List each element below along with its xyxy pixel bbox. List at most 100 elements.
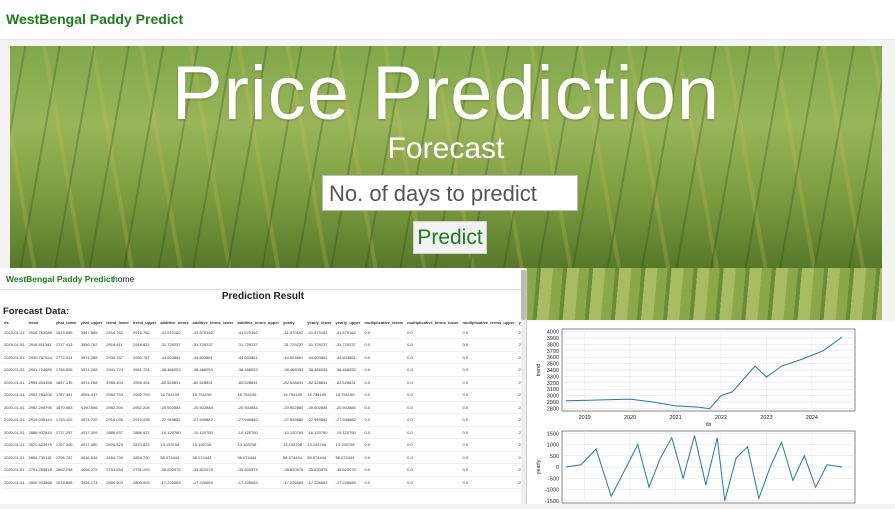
table-cell: 2870.823979 — [26, 438, 54, 452]
table-cell: 13.193708 — [281, 438, 306, 452]
table-cell: 0.0 — [405, 451, 461, 464]
table-cell: 2886.937 — [130, 426, 159, 439]
table-cell: 2930.787 — [130, 351, 159, 364]
y-tick-label: 3000 — [547, 394, 559, 400]
table-cell: 13.193708 — [305, 438, 334, 452]
table-cell: 2952.793208 — [26, 388, 54, 402]
table-cell: 0.0 — [362, 451, 406, 464]
table-cell: 2918.811 — [104, 338, 131, 352]
table-cell: 2955.404358 — [26, 376, 54, 389]
table-cell: -35.820975 — [281, 463, 306, 477]
table-cell: 0.0 — [405, 363, 461, 377]
table-cell: 0.0 — [405, 338, 461, 352]
table-cell: 3974.268 — [78, 351, 105, 364]
scrollbar-thumb[interactable] — [521, 270, 526, 320]
table-cell: 13.193708 — [333, 438, 363, 452]
table-cell: -27.949882 — [158, 413, 191, 427]
table-row: 2020-01-01 2941.724685 1788.896 3974.268 294… — [2, 363, 526, 377]
days-input[interactable]: No. of days to predict — [322, 175, 578, 211]
scrollbar[interactable] — [521, 268, 526, 504]
result-title: Prediction Result — [221, 291, 305, 302]
table-row: 2020-01-01 2930.787924 1772.014 3974.268 293… — [2, 351, 526, 364]
column-header-yhat-lower: yhat_lower — [55, 319, 77, 325]
table-cell: -41.570162 — [305, 326, 334, 339]
table-row: 2019-01-01 2918.811341 1717.413 3956.762 291… — [2, 338, 526, 352]
column-header-yearly: yearly — [283, 319, 295, 325]
table-cell: 1687.139 — [53, 376, 79, 389]
result-brand-link[interactable]: WestBengal Paddy Predict — [6, 274, 114, 284]
forecast-table: ds trend yhat_lower yhat_upper trend_lower tr… — [2, 318, 526, 489]
table-cell: 2919.035 — [130, 413, 159, 427]
table-cell: 58.074444 — [333, 451, 363, 464]
table-cell: 2791.253 — [104, 463, 131, 477]
table-cell: 15.754199 — [190, 388, 236, 402]
table-cell: -41.570162 — [281, 326, 306, 339]
table-header-row: ds trend yhat_lower yhat_upper trend_lower tr… — [2, 318, 526, 326]
table-cell: 2918.811341 — [26, 338, 54, 352]
table-cell: -20.502884 — [190, 401, 236, 414]
table-cell: -44.603861 — [158, 351, 191, 364]
table-cell: 2020-01-01 — [2, 351, 27, 364]
x-tick-label: 2022 — [715, 415, 727, 421]
table-cell: 0.0 — [405, 388, 461, 402]
top-navbar: WestBengal Paddy Predict — [0, 0, 895, 40]
table-cell: -44.603861 — [333, 351, 363, 364]
table-cell: 2941.724 — [104, 363, 131, 377]
table-cell: -10.120760 — [333, 426, 363, 439]
table-cell: 0.0 — [460, 388, 517, 402]
table-cell: 1870.083 — [53, 401, 79, 414]
table-cell: 4094.417 — [78, 388, 105, 402]
x-tick-label: 2020 — [624, 415, 636, 421]
y-tick-label: -500 — [548, 476, 559, 482]
table-cell: -38.466053 — [158, 363, 191, 377]
table-cell: 2955.404 — [130, 376, 159, 389]
table-cell: -27.949882 — [190, 413, 236, 427]
predict-button[interactable]: Predict — [413, 221, 487, 254]
table-cell: 4006.279 — [78, 463, 105, 477]
forecast-components-chart: 2800 2900 3000 3100 3200 3300 3400 3500 3600 3700… — [527, 321, 895, 505]
table-cell: -82.528831 — [190, 376, 236, 389]
table-cell: 2791.253818 — [26, 463, 54, 477]
table-cell: 58.074444 — [190, 451, 236, 464]
table-cell: 2800.903 — [104, 476, 131, 489]
table-cell: 4017.309 — [78, 426, 105, 439]
table-cell: 0.0 — [460, 351, 517, 364]
table-cell: 15.754199 — [235, 388, 282, 402]
table-cell: -82.528831 — [158, 376, 191, 389]
page-title: Price Prediction — [171, 51, 721, 136]
table-cell: 0.0 — [405, 463, 461, 477]
table-cell: 1772.014 — [53, 351, 79, 364]
table-cell: 58.074444 — [235, 451, 282, 464]
table-cell: -27.949882 — [235, 413, 282, 427]
table-row: 2020-01-01 2791.253818 1662.248 4006.279 279… — [2, 463, 526, 477]
table-cell: -17.226583 — [235, 476, 282, 489]
table-cell: -44.603861 — [235, 351, 282, 364]
column-header-additive-terms-upper: additive_terms_upper — [237, 319, 280, 325]
table-cell: -31.729237 — [158, 338, 191, 352]
y-tick-label: 3400 — [547, 368, 559, 374]
column-header-yearly-upper: yearly_upper — [335, 319, 361, 325]
home-link[interactable]: home — [113, 274, 134, 284]
table-cell: 2020-01-01 — [2, 413, 27, 427]
column-header-multiplicative-terms: multiplicative_terms — [364, 319, 404, 325]
table-cell: 2800.903 — [130, 476, 159, 489]
table-cell: 2952.793 — [104, 388, 131, 402]
table-cell: 0.0 — [362, 413, 406, 427]
y-tick-label: -1000 — [545, 488, 559, 494]
table-cell: 2020-01-01 — [2, 463, 27, 477]
table-cell: 13.193708 — [235, 438, 282, 452]
table-cell: -38.466053 — [333, 363, 363, 377]
table-cell: 0.0 — [362, 401, 406, 414]
table-row: 2020-01-01 2870.823979 1767.309 4017.480 287… — [2, 438, 526, 452]
column-header-additive-terms: additive_terms — [160, 319, 189, 325]
table-cell: 0.0 — [405, 413, 461, 427]
table-cell: 3974.268 — [78, 376, 105, 389]
y-tick-label: 3800 — [547, 342, 559, 348]
brand-link[interactable]: WestBengal Paddy Predict — [6, 11, 183, 27]
table-cell: 3956.762 — [78, 338, 105, 352]
table-cell: 1815.685 — [53, 326, 79, 339]
table-cell: 2020-01-01 — [2, 376, 27, 389]
table-cell: 3974.268 — [78, 363, 105, 377]
table-cell: -38.466053 — [305, 363, 334, 377]
table-cell: 0.0 — [460, 413, 517, 427]
